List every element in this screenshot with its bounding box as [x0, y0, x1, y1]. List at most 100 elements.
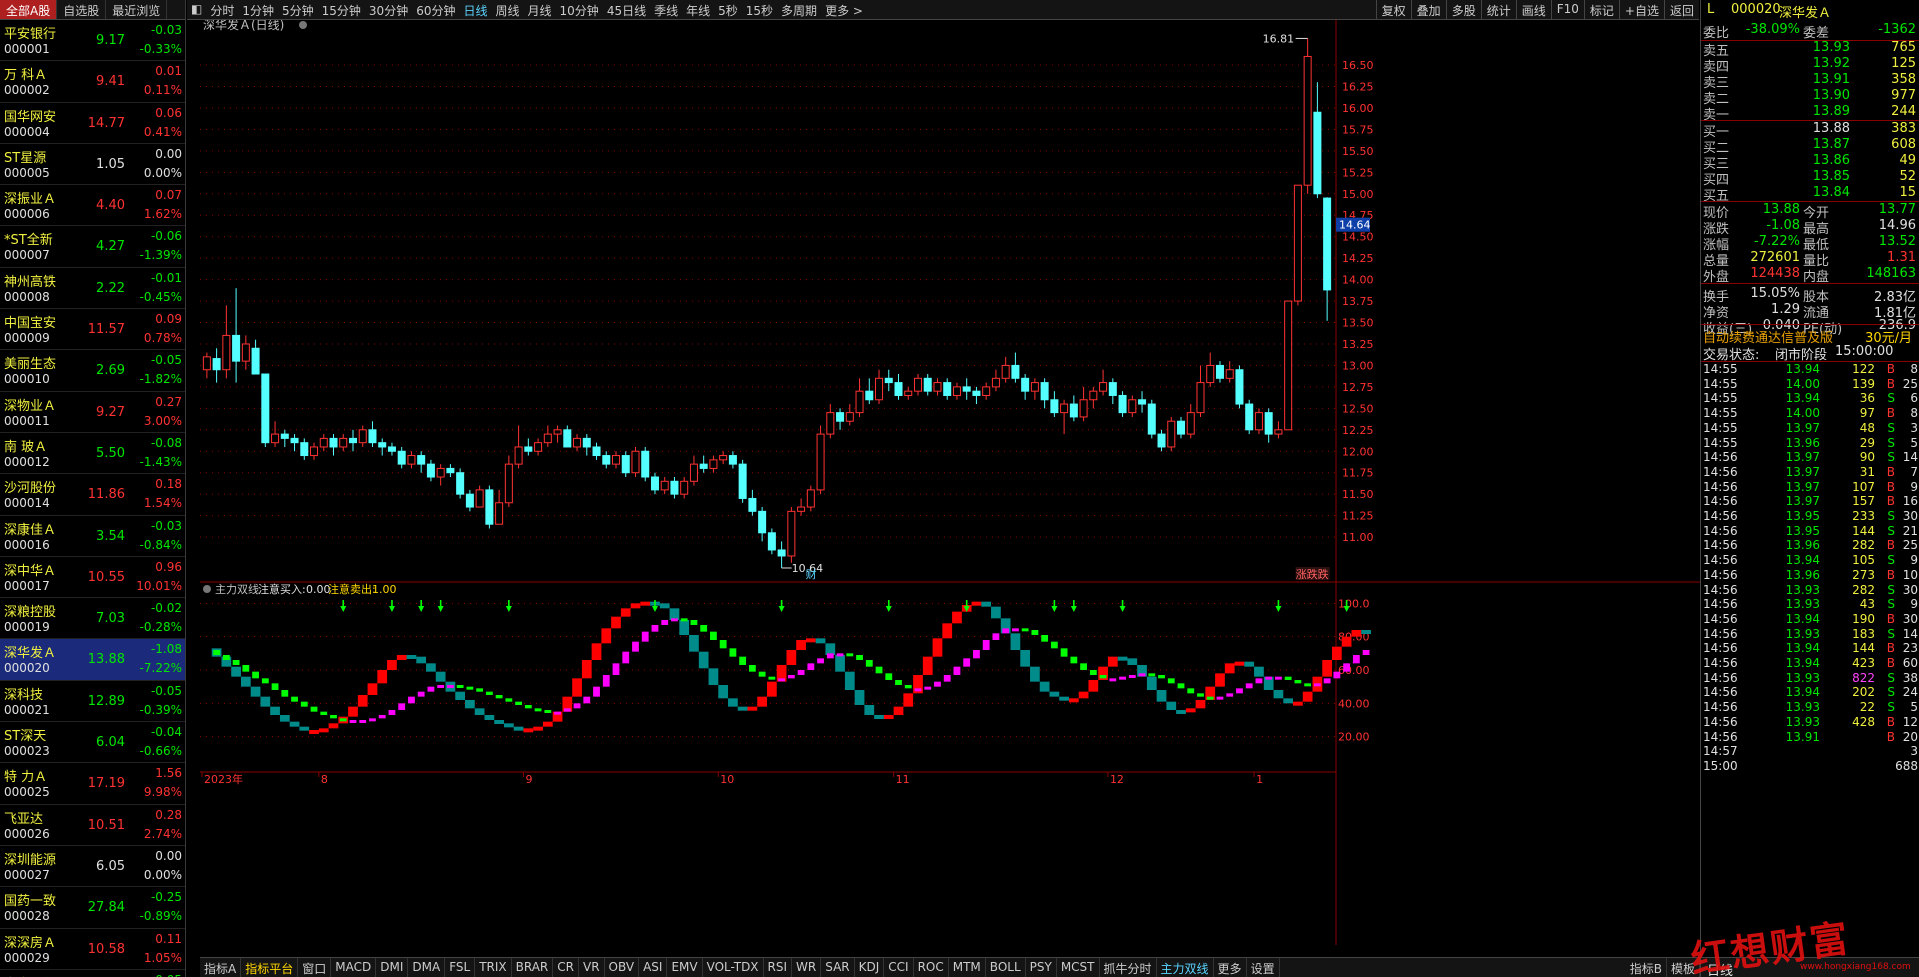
chart-tool-button[interactable]: 复权 — [1375, 0, 1411, 20]
indicator-tab[interactable]: MTM — [949, 958, 986, 977]
stock-row[interactable]: 深康佳Ａ 000016 3.54 -0.03 -0.84% — [0, 516, 185, 557]
tick-price: 13.91 — [1785, 729, 1820, 744]
stock-row[interactable]: 深粮控股 000019 7.03 -0.02 -0.28% — [0, 598, 185, 640]
stock-row[interactable]: 万 科Ａ 000002 9.41 0.01 0.11% — [0, 61, 185, 103]
period-tab[interactable]: 1分钟 — [238, 0, 278, 19]
chart-tool-button[interactable]: 统计 — [1480, 0, 1516, 20]
tick-row: 14:55 13.97 48 S 3 — [1701, 421, 1919, 436]
stock-row[interactable]: 深科技 000021 12.89 -0.05 -0.39% — [0, 681, 185, 723]
k-line-segment — [844, 671, 855, 690]
d-line-segment — [271, 683, 279, 690]
indicator-tab[interactable]: VOL-TDX — [703, 958, 764, 977]
kline-chart[interactable]: 深华发Ａ(日线) 16.50 16.25 16.00 15.75 15.50 15.25 15… — [200, 20, 1700, 945]
stock-row[interactable]: 南 玻Ａ 000012 5.50 -0.08 -1.43% — [0, 433, 185, 475]
indicator-tab[interactable]: 更多 — [1214, 958, 1247, 977]
stock-row[interactable]: 深深房Ａ 000029 10.58 0.11 1.05% — [0, 929, 185, 970]
period-tab[interactable]: 分时 — [206, 0, 238, 19]
candle-body — [855, 390, 864, 414]
period-tab[interactable]: 更多 > — [821, 0, 867, 19]
stock-row[interactable]: 富奥股份 -0.05 — [0, 970, 185, 977]
indicator-tab[interactable]: MACD — [331, 958, 377, 977]
period-tab[interactable]: 45日线 — [603, 0, 650, 19]
panel-toggle-icon[interactable]: ◧ — [187, 0, 206, 19]
indicator-tab[interactable]: BRAR — [512, 958, 554, 977]
indicator-tab[interactable]: MCST — [1057, 958, 1100, 977]
chart-tool-button[interactable]: +自选 — [1618, 0, 1664, 20]
stock-row[interactable]: 神州高铁 000008 2.22 -0.01 -0.45% — [0, 268, 185, 310]
indicator-tab[interactable]: KDJ — [855, 958, 885, 977]
stock-price: 9.17 — [96, 33, 125, 48]
indicator-dropdown-icon[interactable] — [203, 585, 211, 593]
indicator-tab[interactable]: BOLL — [986, 958, 1026, 977]
chart-tool-button[interactable]: 标记 — [1583, 0, 1619, 20]
stock-row[interactable]: 深圳能源 000027 6.05 0.00 0.00% — [0, 846, 185, 888]
indicator-tab[interactable]: 窗口 — [298, 958, 332, 977]
stock-list-tab[interactable]: 自选股 — [57, 0, 107, 19]
k-line-segment — [406, 655, 417, 659]
chart-tool-button[interactable]: F10 — [1550, 0, 1584, 20]
chart-title-dropdown-icon[interactable] — [299, 21, 307, 29]
indicator-tab[interactable]: WR — [792, 958, 822, 977]
period-tab[interactable]: 多周期 — [777, 0, 821, 19]
period-tab[interactable]: 60分钟 — [412, 0, 459, 19]
stock-row[interactable]: 美丽生态 000010 2.69 -0.05 -1.82% — [0, 350, 185, 392]
period-tab[interactable]: 月线 — [524, 0, 556, 19]
indicator-tab[interactable]: 抓牛分时 — [1100, 958, 1157, 977]
stock-list-tab[interactable]: 最近浏览 — [106, 0, 168, 19]
stock-row[interactable]: 国药一致 000028 27.84 -0.25 -0.89% — [0, 887, 185, 929]
indicator-tab[interactable]: RSI — [764, 958, 793, 977]
period-tab[interactable]: 15分钟 — [318, 0, 365, 19]
indicator-tab[interactable]: 主力双线 — [1157, 958, 1214, 977]
stock-row[interactable]: 深物业Ａ 000011 9.27 0.27 3.00% — [0, 392, 185, 433]
stock-row[interactable]: *ST全新 000007 4.27 -0.06 -1.39% — [0, 226, 185, 268]
indicator-tab[interactable]: ASI — [639, 958, 668, 977]
tick-price: 13.94 — [1785, 641, 1820, 656]
stock-row[interactable]: 深振业Ａ 000006 4.40 0.07 1.62% — [0, 185, 185, 227]
stock-row[interactable]: 平安银行 000001 9.17 -0.03 -0.33% — [0, 20, 185, 62]
period-tab[interactable]: 10分钟 — [556, 0, 603, 19]
period-tab[interactable]: 30分钟 — [365, 0, 412, 19]
indicator-tab[interactable]: SAR — [821, 958, 855, 977]
period-tab[interactable]: 15秒 — [742, 0, 777, 19]
stock-row[interactable]: 国华网安 000004 14.77 0.06 0.41% — [0, 103, 185, 144]
indicator-tab[interactable]: FSL — [445, 958, 476, 977]
stock-row[interactable]: ST星源 000005 1.05 0.00 0.00% — [0, 144, 185, 186]
indicator-template-tab[interactable]: 指标B — [1626, 958, 1667, 977]
period-tab[interactable]: 日线 — [459, 0, 491, 19]
indicator-tab[interactable]: CR — [553, 958, 579, 977]
tick-time: 14:56 — [1703, 450, 1738, 465]
stock-row[interactable]: ST深天 000023 6.04 -0.04 -0.66% — [0, 722, 185, 764]
indicator-tab[interactable]: ROC — [914, 958, 949, 977]
period-tab[interactable]: 5秒 — [714, 0, 742, 19]
stock-row[interactable]: 中国宝安 000009 11.57 0.09 0.78% — [0, 309, 185, 351]
chart-tool-button[interactable]: 画线 — [1515, 0, 1551, 20]
stock-list-tab[interactable]: 全部A股 — [0, 0, 58, 19]
stock-row[interactable]: 深中华Ａ 000017 10.55 0.96 10.01% — [0, 557, 185, 599]
indicator-tab[interactable]: 设置 — [1247, 958, 1280, 977]
event-marker[interactable]: 涨跌跌 — [1296, 567, 1329, 581]
indicator-tab[interactable]: PSY — [1026, 958, 1057, 977]
stock-price: 1.05 — [96, 156, 125, 172]
chart-tool-button[interactable]: 返回 — [1663, 0, 1699, 20]
finance-marker[interactable]: 财 — [806, 567, 817, 581]
period-tab[interactable]: 季线 — [650, 0, 682, 19]
indicator-tab[interactable]: DMI — [376, 958, 409, 977]
d-line-segment — [836, 653, 844, 657]
indicator-tab[interactable]: TRIX — [475, 958, 512, 977]
stock-row[interactable]: 沙河股份 000014 11.86 0.18 1.54% — [0, 474, 185, 516]
period-tab[interactable]: 5分钟 — [278, 0, 318, 19]
stock-row[interactable]: 深华发Ａ 000020 13.88 -1.08 -7.22% — [0, 639, 185, 681]
chart-tool-button[interactable]: 多股 — [1445, 0, 1481, 20]
period-tab[interactable]: 年线 — [682, 0, 714, 19]
indicator-tab[interactable]: CCI — [884, 958, 914, 977]
chart-tool-button[interactable]: 叠加 — [1410, 0, 1446, 20]
period-tab[interactable]: 周线 — [492, 0, 524, 19]
indicator-tab[interactable]: 指标A — [200, 958, 242, 977]
indicator-tab[interactable]: OBV — [605, 958, 640, 977]
stock-row[interactable]: 飞亚达 000026 10.51 0.28 2.74% — [0, 805, 185, 846]
stock-row[interactable]: 特 力Ａ 000025 17.19 1.56 9.98% — [0, 763, 185, 805]
indicator-tab[interactable]: DMA — [408, 958, 446, 977]
indicator-tab[interactable]: EMV — [667, 958, 703, 977]
indicator-tab[interactable]: VR — [579, 958, 605, 977]
indicator-tab[interactable]: 指标平台 — [241, 958, 299, 977]
